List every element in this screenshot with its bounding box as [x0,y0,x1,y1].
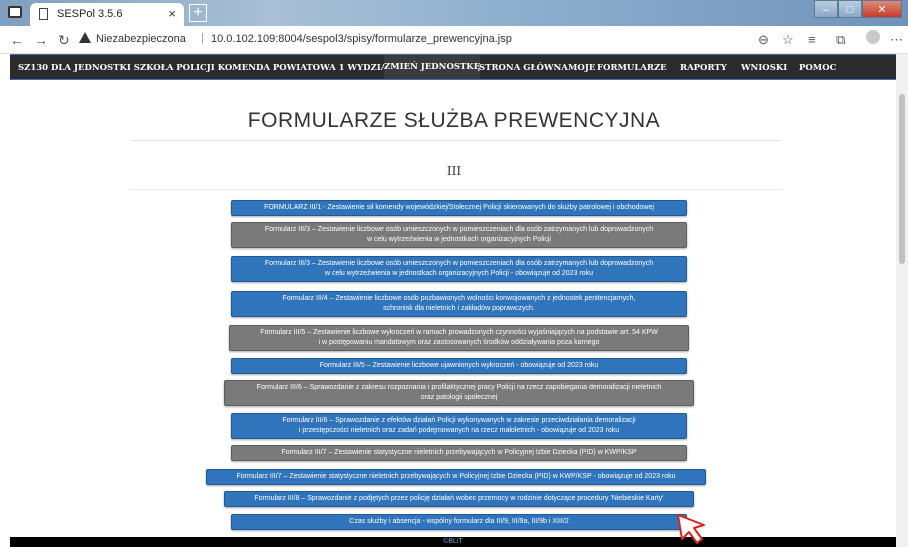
page-title: FORMULARZE SŁUŻBA PREWENCYJNA [247,109,661,132]
mouse-cursor-icon [677,514,705,544]
window-menu-icon[interactable] [8,6,22,18]
address-separator: | [201,32,204,44]
form-button-label: Formularz III/7 – Zestawienie statystycz… [236,472,675,482]
form-button-label: Formularz III/6 – Sprawozdanie z efektów… [282,416,635,436]
form-button[interactable]: Formularz III/5 – Zestawienie liczbowe u… [231,358,687,374]
maximize-icon[interactable]: □ [838,0,862,18]
form-button-label: Formularz III/8 – Sprawozdanie z podjęty… [254,494,663,504]
form-button-line: schronisk dla nieletnich i zakładów popr… [383,305,535,312]
divider [130,140,782,141]
form-button-line: i w postępowaniu mandatowym oraz zastoso… [318,339,600,346]
form-button[interactable]: Formularz III/7 – Zestawienie statystycz… [206,469,706,485]
nav-mine[interactable]: MOJE [568,63,595,73]
window-controls: – □ ✕ [814,0,902,18]
form-button-line: Formularz III/3 – Zestawienie liczbowe o… [264,226,654,233]
security-label[interactable]: Niezabezpieczona [96,33,186,45]
collections-icon[interactable]: ⧉ [836,32,845,48]
form-button-label: Formularz III/5 – Zestawienie liczbowe u… [320,361,599,371]
form-button-label: Formularz III/3 – Zestawienie liczbowe o… [265,259,653,279]
url-field[interactable]: 10.0.102.109:8004/sespol3/spisy/formular… [211,33,512,45]
close-window-icon[interactable]: ✕ [862,0,902,18]
zoom-icon[interactable]: ⊖ [758,32,769,48]
form-button-line: Formularz III/8 – Sprawozdanie z podjęty… [254,495,664,502]
form-button[interactable]: Formularz III/5 – Zestawienie liczbowe w… [229,325,689,351]
form-button-line: Formularz III/7 – Zestawienie statystycz… [281,449,637,456]
form-button-line: Formularz III/4 – Zestawienie liczbowe o… [282,295,636,302]
form-button-label: Czas służby i absencja - wspólny formula… [349,517,568,527]
form-button[interactable]: Formularz III/6 – Sprawozdanie z zakresu… [224,380,694,406]
forward-icon[interactable]: → [34,32,48,48]
divider [130,189,782,190]
window-title-bar: SESPol 3.5.6 × + – □ ✕ [0,0,908,26]
page-icon [39,8,48,20]
form-button[interactable]: Formularz III/3 – Zestawienie liczbowe o… [231,222,687,248]
form-button-line: oraz patologii społecznej [420,394,498,401]
section-heading: III [446,164,462,178]
form-button-line: FORMULARZ III/1 - Zestawienie sił komend… [264,204,654,211]
form-button-line: w celu wytrzeźwienia w jednostkach organ… [366,236,551,243]
form-button-label: Formularz III/6 – Sprawozdanie z zakresu… [257,383,662,403]
form-button-label: Formularz III/7 – Zestawienie statystycz… [281,448,636,458]
form-button-label: Formularz III/5 – Zestawienie liczbowe w… [260,328,658,348]
form-button[interactable]: Formularz III/4 – Zestawienie liczbowe o… [231,291,687,317]
form-button-line: i przestępczości nieletnich oraz zadań p… [298,427,620,434]
tab-title: SESPol 3.5.6 [57,8,123,20]
new-tab-button[interactable]: + [189,4,207,22]
form-button-label: Formularz III/4 – Zestawienie liczbowe o… [283,294,636,314]
nav-reports[interactable]: RAPORTY [680,63,727,73]
browser-tab[interactable]: SESPol 3.5.6 × [30,3,184,26]
form-button-line: Formularz III/3 – Zestawienie liczbowe o… [264,260,654,267]
form-button-label: FORMULARZ III/1 - Zestawienie sił komend… [264,203,654,213]
form-button[interactable]: Formularz III/3 – Zestawienie liczbowe o… [231,256,687,282]
address-bar: ← → ↻ Niezabezpieczona | 10.0.102.109:80… [0,26,908,54]
favorites-list-icon[interactable]: ≡ [808,32,816,47]
back-icon[interactable]: ← [10,32,24,48]
form-button-line: Formularz III/7 – Zestawienie statystycz… [236,473,676,480]
tab-close-icon[interactable]: × [168,6,176,21]
profile-avatar[interactable] [866,30,880,44]
nav-forms[interactable]: FORMULARZE [597,63,667,73]
form-button[interactable]: Formularz III/7 – Zestawienie statystycz… [231,445,687,461]
reload-icon[interactable]: ↻ [58,32,70,49]
form-button-line: Formularz III/5 – Zestawienie liczbowe w… [260,329,658,336]
form-button-line: Formularz III/5 – Zestawienie liczbowe u… [319,362,599,369]
form-button-line: Formularz III/6 – Sprawozdanie z efektów… [282,417,636,424]
nav-change-unit[interactable]: ZMIEŃ JEDNOSTKĘ [384,55,481,79]
nav-requests[interactable]: WNIOSKI [741,63,787,73]
nav-home[interactable]: STRONA GŁÓWNA [479,63,568,73]
site-navbar: SZ130 DLA JEDNOSTKI SZKOŁA POLICJI KOMEN… [10,54,896,80]
form-button[interactable]: Czas służby i absencja - wspólny formula… [231,514,687,530]
footer: ©BLiT [10,537,896,547]
favorite-icon[interactable]: ☆ [782,32,794,48]
form-button-line: Formularz III/6 – Sprawozdanie z zakresu… [256,384,662,391]
more-icon[interactable]: ⋯ [890,32,903,48]
warning-icon[interactable] [79,32,91,43]
form-button-line: w celu wytrzeźwienia w jednostkach organ… [324,270,594,277]
form-button-line: Czas służby i absencja - wspólny formula… [349,518,569,525]
nav-help[interactable]: POMOC [799,63,836,73]
form-button[interactable]: FORMULARZ III/1 - Zestawienie sił komend… [231,200,687,216]
form-button[interactable]: Formularz III/8 – Sprawozdanie z podjęty… [224,491,694,507]
form-button[interactable]: Formularz III/6 – Sprawozdanie z efektów… [231,413,687,439]
minimize-icon[interactable]: – [814,0,838,18]
form-button-label: Formularz III/3 – Zestawienie liczbowe o… [265,225,653,245]
